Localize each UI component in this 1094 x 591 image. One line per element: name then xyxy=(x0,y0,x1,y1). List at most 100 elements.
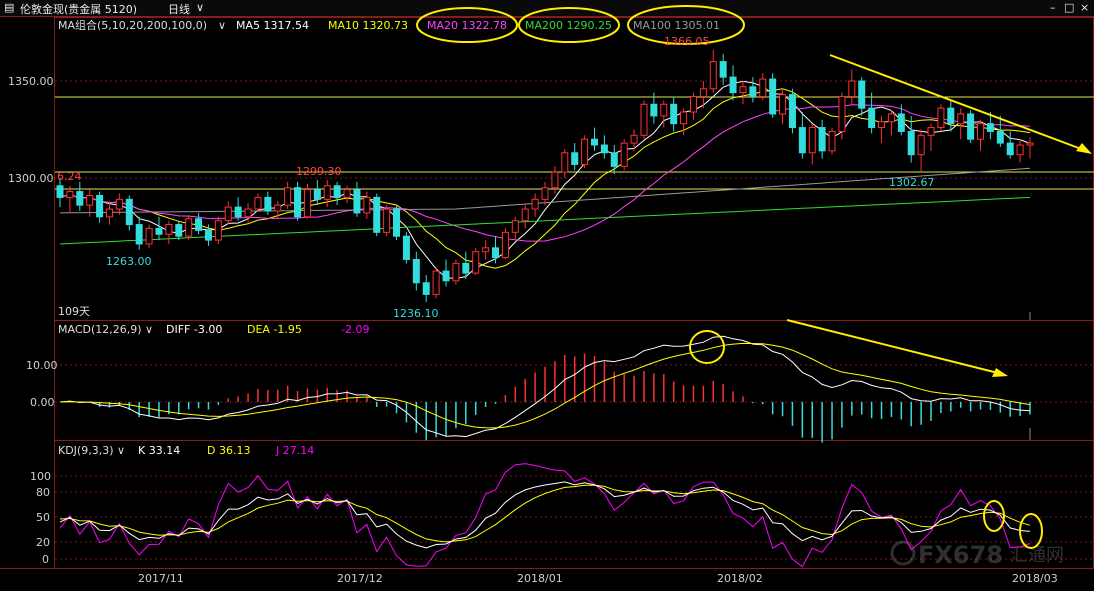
candle-body xyxy=(808,127,816,154)
high-annotation: 1366.05 xyxy=(664,35,710,48)
candle xyxy=(709,49,717,93)
kdj-label[interactable]: KDJ(9,3,3) ∨ xyxy=(58,444,125,457)
candle xyxy=(878,115,886,144)
candle xyxy=(185,214,193,241)
candle-body xyxy=(373,196,381,233)
candle-body xyxy=(561,152,569,173)
candle-body xyxy=(165,224,173,235)
candle-body xyxy=(284,187,292,206)
candle xyxy=(105,201,113,225)
candle xyxy=(907,115,915,163)
candle xyxy=(472,247,480,275)
candle xyxy=(808,123,816,165)
candle-body xyxy=(323,185,331,200)
candle xyxy=(343,185,351,204)
candle xyxy=(155,216,163,241)
candle xyxy=(175,220,183,241)
ma-lines xyxy=(59,80,1031,280)
price-tick-1350: 1350.00 xyxy=(8,75,54,88)
candle xyxy=(590,127,598,151)
candle xyxy=(521,205,529,229)
candle-body xyxy=(986,123,994,132)
kdj-tick-20: 20 xyxy=(36,536,50,549)
candle-body xyxy=(878,121,886,129)
candle-body xyxy=(125,198,133,226)
candle xyxy=(868,92,876,134)
candle-body xyxy=(432,270,440,295)
candle xyxy=(937,104,945,132)
candle xyxy=(1026,137,1034,159)
macd-tick-10: 10.00 xyxy=(26,359,58,372)
candle xyxy=(600,135,608,159)
candle-body xyxy=(581,138,589,165)
candlestick-chart[interactable]: 1350.00 1300.00 MA组合(5,10,20,200,100,0) … xyxy=(0,0,1094,591)
panel-frames xyxy=(54,17,1094,569)
candle xyxy=(135,216,143,250)
candle-body xyxy=(759,78,767,98)
candle-body xyxy=(383,208,391,233)
macd-tick-0: 0.00 xyxy=(30,396,55,409)
candle-body xyxy=(482,247,490,253)
kdj-tick-100: 100 xyxy=(30,470,51,483)
candle-body xyxy=(818,127,826,152)
candle-body xyxy=(868,107,876,129)
kdj-k: K 33.14 xyxy=(138,444,180,457)
candle-body xyxy=(749,86,757,98)
candle xyxy=(224,201,232,225)
candle-body xyxy=(610,152,618,167)
macd-histogram xyxy=(69,353,1031,443)
candle-body xyxy=(244,208,252,218)
days-label: 109天 xyxy=(58,305,90,318)
candle xyxy=(739,81,747,105)
macd-label[interactable]: MACD(12,26,9) ∨ xyxy=(58,323,153,336)
candle xyxy=(333,181,341,206)
candle-body xyxy=(531,198,539,210)
kdj-tick-50: 50 xyxy=(36,511,50,524)
candle-body xyxy=(303,189,311,218)
candle xyxy=(254,193,262,211)
candle-body xyxy=(689,96,697,113)
candle xyxy=(927,123,935,151)
ma-group-label[interactable]: MA组合(5,10,20,200,100,0) xyxy=(58,18,207,32)
kdj-tick-0: 0 xyxy=(42,553,49,566)
candle xyxy=(1006,131,1014,159)
candle xyxy=(96,191,104,223)
candle xyxy=(818,119,826,159)
ma20-label: MA20 1322.78 xyxy=(427,19,507,32)
candle-body xyxy=(105,208,113,218)
candle xyxy=(432,267,440,299)
candle-body xyxy=(224,206,232,222)
candle-body xyxy=(719,61,727,78)
candle xyxy=(977,119,985,151)
candle xyxy=(788,88,796,134)
candle xyxy=(294,181,302,221)
candle-body xyxy=(887,113,895,123)
candle xyxy=(996,115,1004,147)
candle-body xyxy=(511,220,519,233)
candle-body xyxy=(907,130,915,156)
candle xyxy=(383,205,391,237)
candle xyxy=(719,53,727,85)
candle xyxy=(769,73,777,118)
candle xyxy=(581,135,589,169)
candle-body xyxy=(274,204,282,212)
candle-body xyxy=(798,127,806,154)
candle xyxy=(531,193,539,217)
candle-body xyxy=(1016,144,1024,156)
macd-diff: DIFF -3.00 xyxy=(166,323,222,336)
candle xyxy=(323,179,331,208)
local-high-annotation: 1299.30 xyxy=(296,165,342,178)
x-tick-2018-01: 2018/01 xyxy=(517,572,563,585)
candle xyxy=(630,129,638,151)
candle xyxy=(759,73,767,101)
candle xyxy=(373,193,381,237)
candle-body xyxy=(492,247,500,259)
candle xyxy=(363,191,371,219)
candle-body xyxy=(135,224,143,245)
candle-body xyxy=(343,189,351,198)
x-tick-2017-12: 2017/12 xyxy=(337,572,383,585)
candle xyxy=(957,108,965,140)
candle-body xyxy=(333,185,341,198)
candle-body xyxy=(729,76,737,94)
chevron-down-icon[interactable]: ∨ xyxy=(218,19,226,32)
